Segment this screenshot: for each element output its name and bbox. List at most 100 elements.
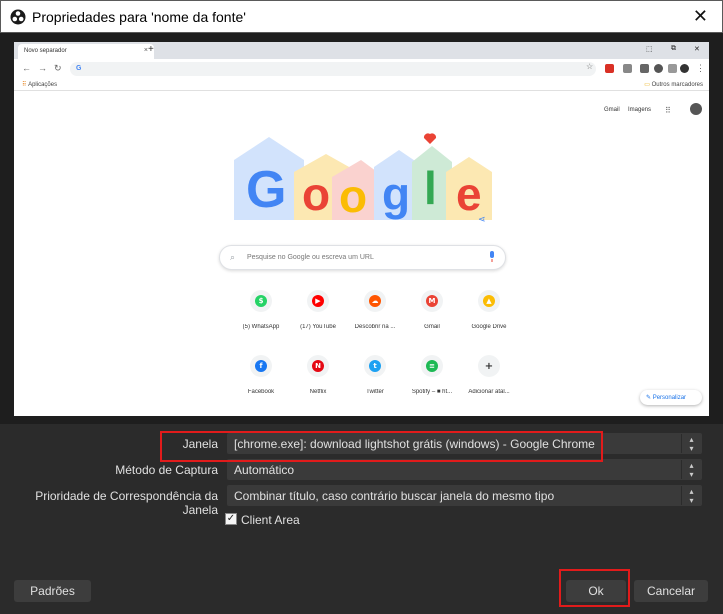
youtube-icon: ▶: [312, 295, 324, 307]
google-avatar: [690, 103, 702, 115]
shortcut-label: Twitter: [366, 389, 384, 395]
shortcut-tile: ▶ (17) YouTube: [290, 290, 346, 330]
shortcut-tile: f Facebook: [233, 355, 289, 395]
chrome-toolbar: ← → ↻ G ☆ ⋮: [14, 59, 709, 79]
window-title: Propriedades para 'nome da fonte': [32, 9, 246, 25]
window-preview: Novo separador × + ⬚ ⧉ ✕ ← → ↻ G ☆ ⋮ ⠿ A…: [14, 42, 709, 416]
bookmark-star-icon: ☆: [586, 62, 594, 71]
spotify-icon: ≡: [426, 360, 438, 372]
metodo-captura-label: Método de Captura: [115, 463, 218, 477]
reload-icon: ↻: [54, 63, 62, 73]
search-icon: ⌕: [230, 252, 236, 262]
shortcut-circle: t: [364, 355, 386, 377]
shortcut-tile: + Adicionar atal...: [461, 355, 517, 395]
netflix-icon: N: [312, 360, 324, 372]
svg-text:G: G: [246, 161, 286, 219]
restore-icon: ⧉: [671, 45, 676, 52]
add-shortcut-icon: +: [483, 360, 495, 372]
extension-icon: [654, 64, 663, 73]
chrome-tab-title: Novo separador: [24, 48, 67, 54]
close-icon: ✕: [694, 46, 700, 53]
share-icon: ⋖: [478, 214, 486, 224]
shortcut-label: Spotify – ■ ht...: [411, 389, 453, 395]
cursor-icon: ⬚: [646, 46, 653, 53]
shortcut-tile: ≡ Spotify – ■ ht...: [404, 355, 460, 395]
shortcut-tile: N Netflix: [290, 355, 346, 395]
shortcut-label: Descobrir na ...: [354, 324, 396, 330]
shortcut-tile: M Gmail: [404, 290, 460, 330]
prioridade-label: Prioridade de Correspondência da Janela: [35, 489, 218, 517]
apps-grid-icon: ⠿: [22, 82, 27, 88]
svg-text:o: o: [302, 168, 330, 220]
microphone-icon: [490, 251, 494, 262]
updown-arrow-icon: ▴ ▾: [681, 460, 701, 479]
chrome-tab: Novo separador ×: [18, 44, 154, 59]
personalize-label: Personalizar: [652, 395, 687, 401]
shortcut-circle: ▲: [478, 290, 500, 312]
shortcut-tile: ▲ Google Drive: [461, 290, 517, 330]
extension-stop-icon: [605, 64, 614, 73]
updown-arrow-icon: ▴ ▾: [681, 486, 701, 505]
prioridade-value: Combinar título, caso contrário buscar j…: [234, 489, 555, 503]
shortcut-circle: ☁: [364, 290, 386, 312]
shortcut-label: Adicionar atal...: [468, 389, 510, 395]
prioridade-select[interactable]: Combinar título, caso contrário buscar j…: [227, 485, 702, 506]
forward-icon: →: [38, 63, 47, 73]
metodo-captura-value: Automático: [234, 463, 295, 477]
pencil-icon: ✎: [646, 395, 652, 401]
client-area-checkbox[interactable]: ✓: [225, 513, 237, 525]
profile-avatar: [680, 64, 689, 73]
title-bar: Propriedades para 'nome da fonte' ✕: [0, 0, 723, 33]
back-icon: ←: [22, 63, 31, 73]
gmail-link: Gmail: [604, 107, 620, 113]
images-link: Imagens: [628, 107, 652, 113]
shortcut-circle: +: [478, 355, 500, 377]
cancel-button[interactable]: Cancelar: [634, 580, 708, 602]
facebook-icon: f: [255, 360, 267, 372]
extension-icon: [668, 64, 677, 73]
extension-icon: [623, 64, 632, 73]
shortcut-label: Facebook: [247, 389, 275, 395]
svg-text:o: o: [339, 170, 367, 222]
bookmarks-bar: ⠿ Aplicações ▭ Outros marcadores: [14, 79, 709, 91]
omnibox-text: G: [76, 65, 82, 72]
shortcut-label: (5) WhatsApp: [242, 324, 280, 330]
twitter-icon: t: [369, 360, 381, 372]
svg-text:g: g: [382, 168, 410, 220]
shortcut-circle: N: [307, 355, 329, 377]
shortcut-circle: $: [250, 290, 272, 312]
obs-logo-icon: [10, 9, 26, 25]
client-area-label[interactable]: Client Area: [241, 513, 300, 527]
highlight-ok: [559, 569, 630, 607]
shortcut-circle: ≡: [421, 355, 443, 377]
metodo-captura-select[interactable]: Automático ▴ ▾: [227, 459, 702, 480]
drive-icon: ▲: [483, 295, 495, 307]
extension-icon: [640, 64, 649, 73]
personalize-button: ✎ Personalizar: [640, 390, 702, 405]
google-search-box: ⌕ Pesquise no Google ou escreva um URL: [219, 245, 506, 270]
bookmark-apps-label: Aplicações: [28, 82, 58, 88]
new-tab-icon: +: [148, 44, 154, 55]
shortcut-circle: ▶: [307, 290, 329, 312]
bookmark-other-label: Outros marcadores: [651, 82, 703, 88]
defaults-button[interactable]: Padrões: [14, 580, 91, 602]
shortcut-tile: ☁ Descobrir na ...: [347, 290, 403, 330]
shortcut-label: Google Drive: [471, 324, 507, 330]
close-window-button[interactable]: ✕: [693, 6, 708, 27]
omnibox: G: [70, 62, 596, 76]
shortcut-label: (17) YouTube: [300, 324, 336, 330]
whatsapp-icon: $: [255, 295, 267, 307]
svg-text:e: e: [456, 168, 482, 220]
google-apps-icon: ⠿: [665, 106, 671, 115]
bookmark-apps: ⠿ Aplicações: [22, 81, 57, 88]
search-placeholder: Pesquise no Google ou escreva um URL: [247, 254, 374, 261]
shortcut-label: Gmail: [424, 324, 440, 330]
gmail-icon: M: [426, 295, 438, 307]
svg-text:l: l: [424, 162, 437, 214]
doodle-letters: G o o g l e: [246, 161, 482, 222]
soundcloud-icon: ☁: [369, 295, 381, 307]
folder-icon: ▭: [644, 82, 650, 88]
shortcut-label: Netflix: [309, 389, 327, 395]
chrome-tab-strip: Novo separador × + ⬚ ⧉ ✕: [14, 42, 709, 59]
menu-dots-icon: ⋮: [696, 63, 705, 73]
